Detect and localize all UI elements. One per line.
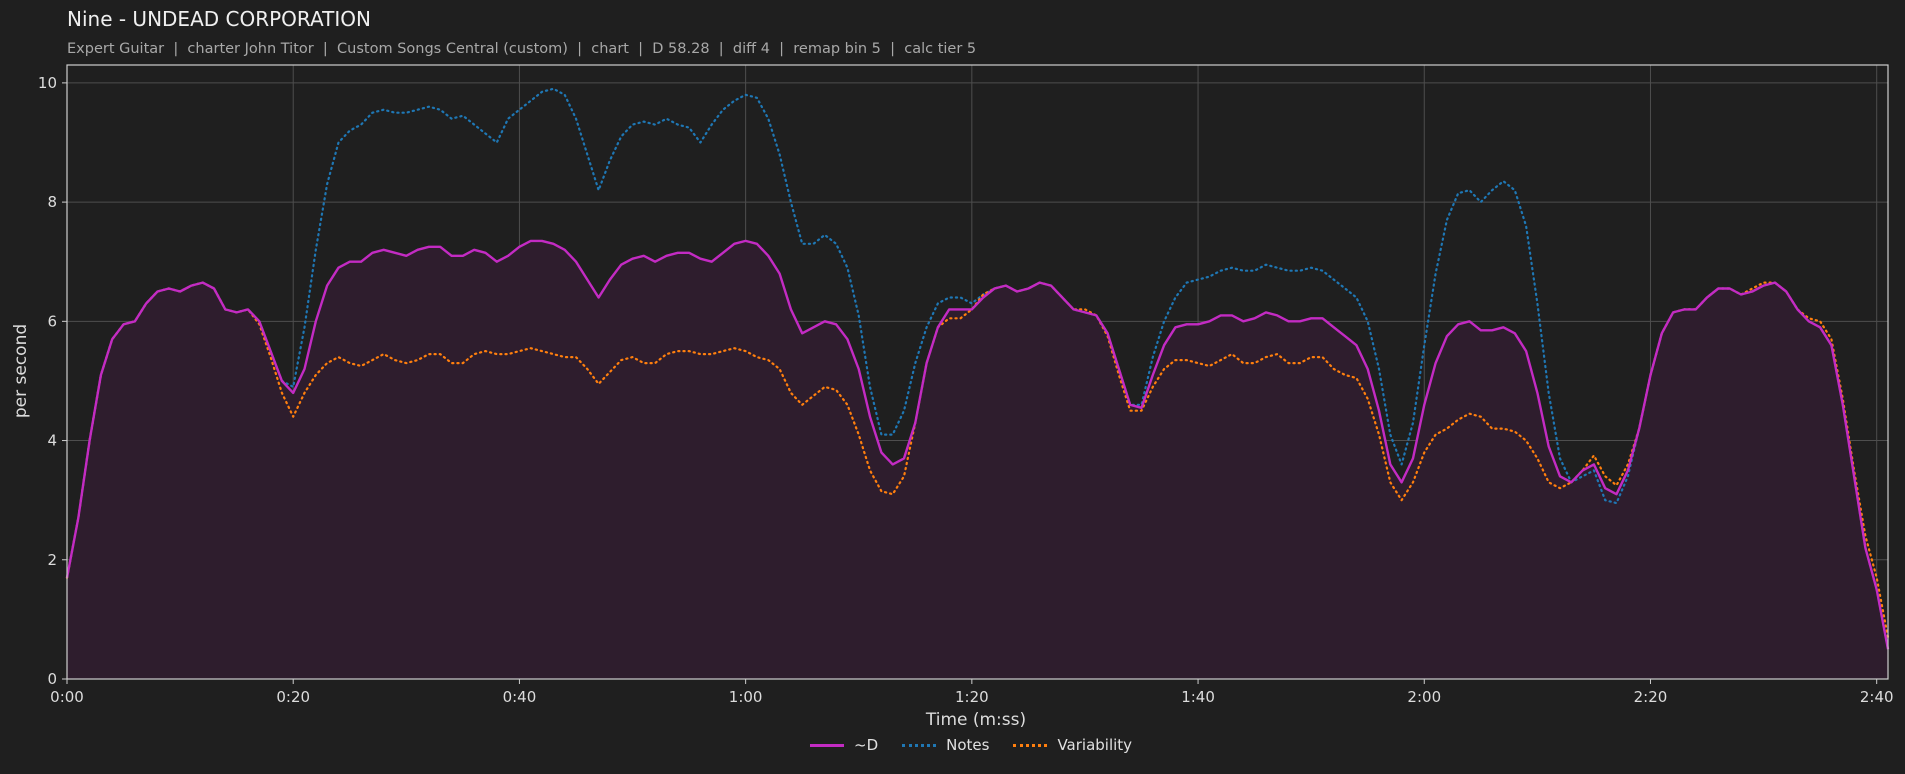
x-tick-label: 1:40 xyxy=(1181,688,1215,706)
x-tick-label: 0:20 xyxy=(276,688,310,706)
y-tick-label: 0 xyxy=(47,670,57,688)
y-tick-label: 8 xyxy=(47,193,57,211)
legend-swatch xyxy=(902,743,937,747)
y-tick-labels: 0 2 4 6 8 10 xyxy=(38,74,67,688)
legend-item: Variability xyxy=(1013,736,1132,754)
x-tick-label: 0:40 xyxy=(503,688,537,706)
x-tick-label: 2:20 xyxy=(1634,688,1668,706)
chart-plot: 0:00 0:20 0:40 1:00 1:20 1:40 2:00 2:20 2:40 0 2 4… xyxy=(11,64,1894,730)
y-axis-label: per second xyxy=(11,324,31,418)
x-tick-label: 2:40 xyxy=(1860,688,1894,706)
x-tick-label: 0:00 xyxy=(50,688,84,706)
legend-swatch xyxy=(810,743,844,747)
y-tick-label: 6 xyxy=(47,312,57,330)
y-tick-label: 4 xyxy=(47,432,57,450)
legend-label: ~D xyxy=(854,736,879,754)
legend-item: ~D xyxy=(810,736,878,754)
x-axis-label: Time (m:ss) xyxy=(925,710,1026,730)
y-tick-label: 10 xyxy=(38,74,57,92)
legend: ~D Notes Variability xyxy=(810,736,1132,754)
legend-swatch xyxy=(1013,743,1048,747)
legend-item: Notes xyxy=(902,736,989,754)
y-tick-label: 2 xyxy=(47,551,57,569)
x-tick-label: 1:20 xyxy=(955,688,989,706)
x-tick-label: 1:00 xyxy=(729,688,763,706)
x-tick-label: 2:00 xyxy=(1407,688,1441,706)
legend-label: Notes xyxy=(946,736,990,754)
x-tick-labels: 0:00 0:20 0:40 1:00 1:20 1:40 2:00 2:20 2:40 xyxy=(50,679,1894,706)
legend-label: Variability xyxy=(1057,736,1133,754)
